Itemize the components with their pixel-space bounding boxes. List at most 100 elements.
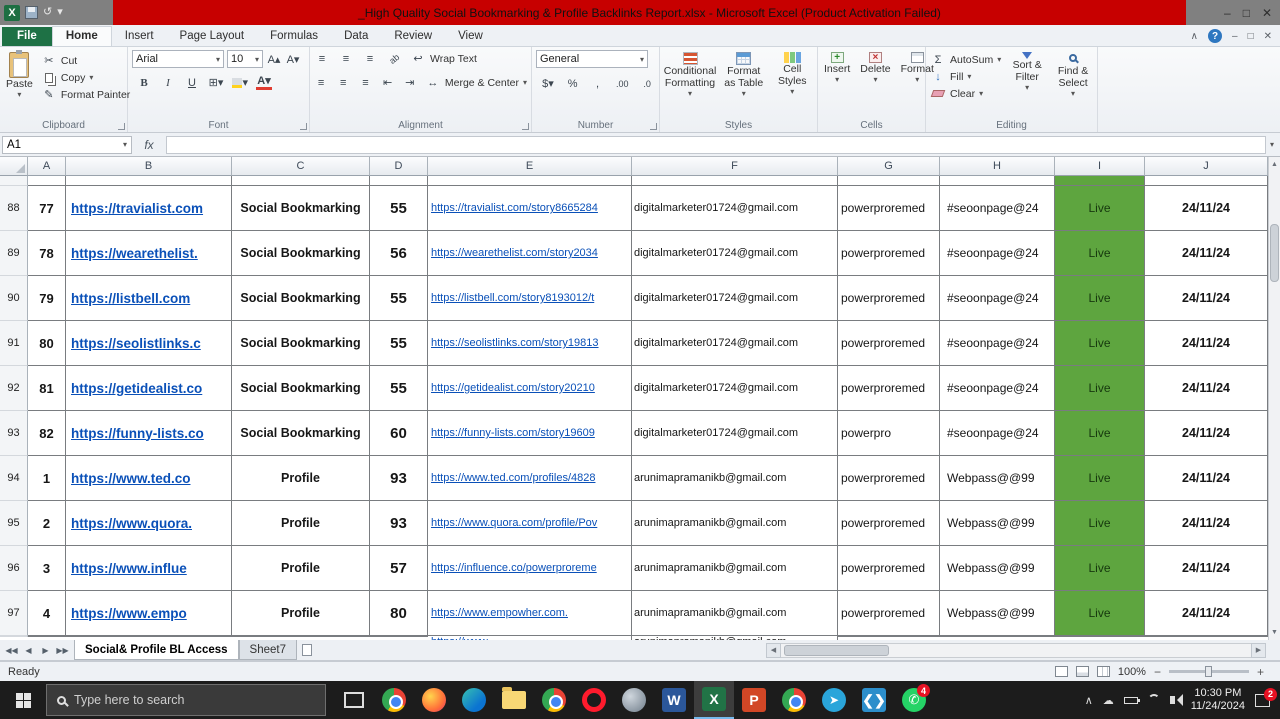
cell-da-score[interactable]: 93 xyxy=(370,456,428,501)
cell-username[interactable]: powerproremed xyxy=(838,591,940,636)
cell-email[interactable]: digitalmarketer01724@gmail.com xyxy=(632,321,838,366)
cell-email[interactable]: digitalmarketer01724@gmail.com xyxy=(632,276,838,321)
row-header[interactable]: 92 xyxy=(0,366,28,411)
cell-email[interactable]: arunimapramanikb@gmail.com xyxy=(632,591,838,636)
cell-password[interactable]: #seoonpage@24 xyxy=(940,321,1055,366)
undo-icon[interactable]: ↺ xyxy=(43,0,52,25)
select-all-button[interactable] xyxy=(0,157,28,176)
orientation-icon[interactable]: ab xyxy=(383,48,405,70)
formula-input[interactable] xyxy=(166,136,1266,154)
excel-app-icon[interactable]: X xyxy=(4,5,20,21)
cell-email[interactable]: arunimapramanikb@gmail.com xyxy=(632,546,838,591)
row-header[interactable]: 93 xyxy=(0,411,28,456)
taskbar-clock[interactable]: 10:30 PM 11/24/2024 xyxy=(1191,687,1245,713)
scroll-left-icon[interactable]: ◀ xyxy=(766,643,781,658)
cell-backlink-url[interactable]: https://wearethelist.com/story2034 xyxy=(428,231,632,276)
telegram-button[interactable]: ➤ xyxy=(814,681,854,719)
cell-status[interactable]: Live xyxy=(1055,591,1145,636)
row-header[interactable]: 97 xyxy=(0,591,28,636)
alignment-dialog-launcher-icon[interactable] xyxy=(522,123,529,130)
cell-type[interactable]: Social Bookmarking xyxy=(232,276,370,321)
cell-username[interactable]: powerproremed xyxy=(838,276,940,321)
cut-button[interactable]: ✂Cut xyxy=(41,52,130,69)
cell-date[interactable]: 24/11/24 xyxy=(1145,366,1268,411)
name-box-dropdown-icon[interactable]: ▾ xyxy=(123,140,127,149)
cell[interactable] xyxy=(370,176,428,186)
cell-backlink-url[interactable]: https://travialist.com/story8665284 xyxy=(428,186,632,231)
cell-serial[interactable]: 81 xyxy=(28,366,66,411)
cell-status[interactable] xyxy=(1055,176,1145,186)
save-icon[interactable] xyxy=(25,6,38,19)
cell-status[interactable]: Live xyxy=(1055,456,1145,501)
cell-date[interactable]: 24/11/24 xyxy=(1145,276,1268,321)
browser-profile-button[interactable] xyxy=(534,681,574,719)
wifi-icon[interactable] xyxy=(1148,694,1160,706)
vertical-scrollbar[interactable]: ▲ ▼ xyxy=(1268,157,1280,640)
cell-backlink-url[interactable]: https://influence.co/powerproreme xyxy=(428,546,632,591)
cell-password[interactable]: Webpass@@99 xyxy=(940,546,1055,591)
align-right-icon[interactable]: ≡ xyxy=(358,75,372,90)
cell-type[interactable]: Profile xyxy=(232,456,370,501)
insert-cells-button[interactable]: +Insert▾ xyxy=(822,50,852,86)
app-button[interactable] xyxy=(614,681,654,719)
row-header[interactable]: 89 xyxy=(0,231,28,276)
cell-status[interactable]: Live xyxy=(1055,276,1145,321)
column-header-i[interactable]: I xyxy=(1055,157,1145,176)
cell-serial[interactable]: 82 xyxy=(28,411,66,456)
italic-button[interactable]: I xyxy=(160,75,176,90)
cell-username[interactable]: powerpro xyxy=(838,411,940,456)
horizontal-scroll-thumb[interactable] xyxy=(784,645,889,656)
tab-file[interactable]: File xyxy=(2,27,52,46)
align-top-icon[interactable]: ≡ xyxy=(314,51,330,66)
cell-serial[interactable]: 4 xyxy=(28,591,66,636)
find-select-button[interactable]: Find & Select▾ xyxy=(1053,50,1093,102)
collapse-ribbon-icon[interactable]: ∧ xyxy=(1191,31,1198,42)
cell-email[interactable]: digitalmarketer01724@gmail.com xyxy=(632,231,838,276)
paste-dropdown-icon[interactable]: ▾ xyxy=(17,90,21,99)
cell[interactable] xyxy=(838,636,940,637)
action-center-button[interactable]: 2 xyxy=(1255,694,1270,707)
column-header-d[interactable]: D xyxy=(370,157,428,176)
grow-font-icon[interactable]: A▴ xyxy=(266,52,282,67)
cell-serial[interactable]: 1 xyxy=(28,456,66,501)
merge-center-button[interactable]: ↔Merge & Center▾ xyxy=(425,74,527,91)
zoom-slider-thumb[interactable] xyxy=(1205,666,1212,677)
cell-backlink-url[interactable]: https://www.ted.com/profiles/4828 xyxy=(428,456,632,501)
decrease-indent-icon[interactable]: ⇤ xyxy=(381,75,395,90)
cell-email[interactable]: digitalmarketer01724@gmail.com xyxy=(632,186,838,231)
tray-expand-icon[interactable]: ∧ xyxy=(1085,694,1093,707)
cell-date[interactable]: 24/11/24 xyxy=(1145,186,1268,231)
cell-password[interactable]: #seoonpage@24 xyxy=(940,276,1055,321)
cell-site-link[interactable]: https://listbell.com xyxy=(66,276,232,321)
horizontal-scroll-track[interactable] xyxy=(781,643,1251,658)
cell[interactable] xyxy=(1145,176,1268,186)
cell-date[interactable]: 24/11/24 xyxy=(1145,501,1268,546)
start-button[interactable] xyxy=(0,681,46,719)
column-header-b[interactable]: B xyxy=(66,157,232,176)
row-header[interactable]: 90 xyxy=(0,276,28,321)
powerpoint-button[interactable]: P xyxy=(734,681,774,719)
onedrive-cloud-icon[interactable]: ☁ xyxy=(1103,694,1114,707)
bold-button[interactable]: B xyxy=(136,75,152,90)
cell-styles-button[interactable]: Cell Styles▾ xyxy=(771,50,813,100)
number-dialog-launcher-icon[interactable] xyxy=(650,123,657,130)
last-sheet-icon[interactable]: ▶▶ xyxy=(55,643,70,658)
cell-serial[interactable]: 2 xyxy=(28,501,66,546)
font-color-icon[interactable]: A▾ xyxy=(256,75,272,90)
tab-page-layout[interactable]: Page Layout xyxy=(167,27,258,46)
prev-sheet-icon[interactable]: ◀ xyxy=(21,643,36,658)
cell-site-link[interactable]: https://funny-lists.co xyxy=(66,411,232,456)
whatsapp-button[interactable]: ✆4 xyxy=(894,681,934,719)
increase-decimal-icon[interactable]: .00 xyxy=(614,76,630,91)
cell-site-link[interactable]: https://www.ted.co xyxy=(66,456,232,501)
column-header-a[interactable]: A xyxy=(28,157,66,176)
clear-button[interactable]: Clear▾ xyxy=(930,85,1001,102)
tab-data[interactable]: Data xyxy=(331,27,381,46)
expand-formula-bar-icon[interactable]: ▾ xyxy=(1270,140,1274,149)
cell-site-link[interactable]: https://www.empo xyxy=(66,591,232,636)
cell[interactable] xyxy=(428,176,632,186)
cell-email[interactable]: arunimapramanikb@gmail.com xyxy=(632,501,838,546)
vertical-scroll-track[interactable] xyxy=(1269,172,1280,625)
cell-type[interactable]: Social Bookmarking xyxy=(232,411,370,456)
volume-icon[interactable] xyxy=(1170,696,1175,704)
